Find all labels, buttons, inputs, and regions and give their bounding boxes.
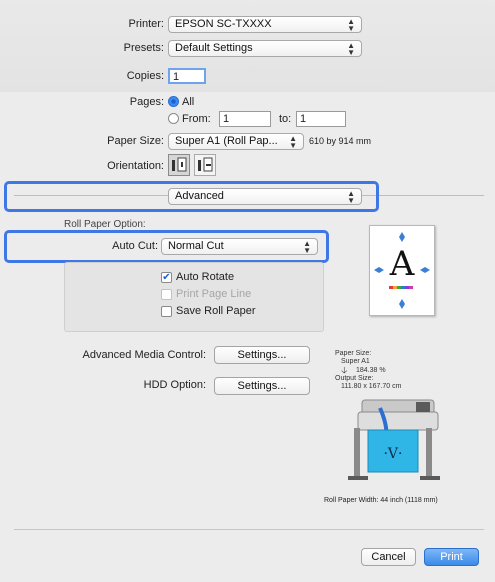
pages-to-label: to: <box>279 113 292 125</box>
roll-paper-width: Roll Paper Width: 44 inch (1118 mm) <box>324 497 438 504</box>
pages-all-radio[interactable] <box>168 96 179 107</box>
paper-size-value: Super A1 (Roll Pap... <box>175 135 278 147</box>
pages-from-field[interactable]: 1 <box>219 111 271 127</box>
presets-popup[interactable]: Default Settings ▲ ▼ <box>168 40 362 57</box>
auto-cut-value: Normal Cut <box>168 240 224 252</box>
pages-from-label: From: <box>182 113 211 125</box>
info-output-size-label: Output Size: <box>335 375 374 382</box>
info-scale-value: 184.38 % <box>356 367 386 374</box>
pages-from-radio[interactable] <box>168 113 179 124</box>
popup-arrows-icon: ▲ ▼ <box>303 239 311 255</box>
copies-label: Copies: <box>126 70 164 82</box>
roll-paper-option-title: Roll Paper Option: <box>64 219 146 230</box>
orientation-portrait-button[interactable] <box>168 154 190 176</box>
printer-value: EPSON SC-TXXXX <box>175 18 272 30</box>
presets-label: Presets: <box>123 42 164 54</box>
printer-popup[interactable]: EPSON SC-TXXXX ▲ ▼ <box>168 16 362 33</box>
preview-letter: A <box>389 244 415 284</box>
portrait-orientation-icon <box>172 157 187 172</box>
printer-illustration: ·V· <box>340 398 454 488</box>
paper-size-popup[interactable]: Super A1 (Roll Pap... ▲ ▼ <box>168 133 304 150</box>
svg-text:·V·: ·V· <box>383 446 402 462</box>
auto-rotate-label: Auto Rotate <box>176 271 235 283</box>
save-roll-paper-label: Save Roll Paper <box>176 305 256 317</box>
section-value: Advanced <box>175 190 224 202</box>
pages-to-field[interactable]: 1 <box>296 111 346 127</box>
scale-down-arrow-icon: 🡣 <box>341 365 348 375</box>
paper-size-label: Paper Size: <box>107 135 164 147</box>
cancel-button[interactable]: Cancel <box>361 548 416 566</box>
popup-arrows-icon: ▲ ▼ <box>347 189 355 205</box>
popup-arrows-icon: ▲ ▼ <box>347 17 355 33</box>
presets-value: Default Settings <box>175 42 253 54</box>
landscape-orientation-icon <box>198 157 213 172</box>
auto-rotate-checkbox[interactable]: ✔ <box>161 272 172 283</box>
pages-label: Pages: <box>129 96 164 108</box>
info-paper-size-label: Paper Size: <box>335 350 372 357</box>
advanced-media-control-label: Advanced Media Control: <box>82 349 206 361</box>
printer-icon: ·V· <box>348 399 440 480</box>
hdd-settings-button[interactable]: Settings... <box>214 377 310 395</box>
popup-arrows-icon: ▲ ▼ <box>347 41 355 57</box>
printer-label: Printer: <box>128 18 164 30</box>
print-page-line-checkbox[interactable] <box>161 289 172 300</box>
print-button[interactable]: Print <box>424 548 479 566</box>
save-roll-paper-checkbox[interactable] <box>161 306 172 317</box>
paper-info-box: Paper Size: Super A1 🡣 184.38 % Output S… <box>332 347 434 395</box>
paper-dimensions: 610 by 914 mm <box>309 136 372 146</box>
advanced-media-settings-button[interactable]: Settings... <box>214 346 310 364</box>
section-popup[interactable]: Advanced ▲ ▼ <box>168 188 362 205</box>
info-output-size-value: 111.80 x 167.70 cm <box>341 383 402 390</box>
page-preview: A <box>369 225 435 316</box>
print-page-line-label: Print Page Line <box>176 288 252 300</box>
auto-cut-label: Auto Cut: <box>112 240 158 252</box>
orientation-landscape-button[interactable] <box>194 154 216 176</box>
orientation-label: Orientation: <box>107 160 164 172</box>
bottom-separator <box>14 529 484 530</box>
popup-arrows-icon: ▲ ▼ <box>289 134 297 150</box>
auto-cut-popup[interactable]: Normal Cut ▲ ▼ <box>161 238 318 255</box>
pages-all-label: All <box>182 96 195 108</box>
hdd-option-label: HDD Option: <box>143 379 206 391</box>
copies-field[interactable]: 1 <box>168 68 206 84</box>
